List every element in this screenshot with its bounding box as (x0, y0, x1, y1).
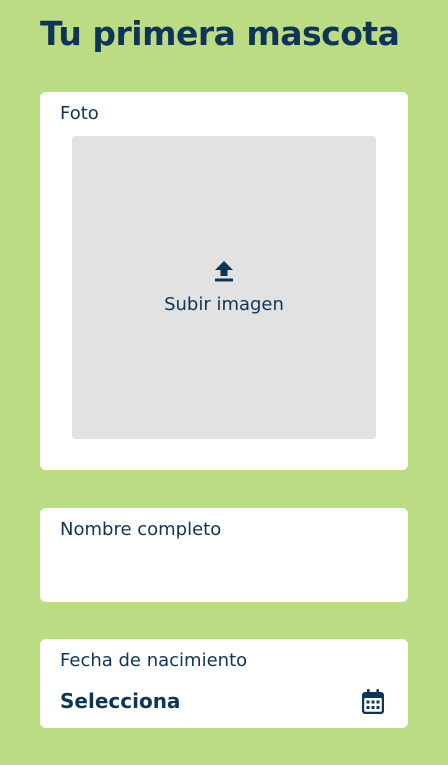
page-title: Tu primera mascota (40, 14, 400, 53)
name-input[interactable] (60, 550, 388, 584)
calendar-icon[interactable] (361, 689, 385, 715)
name-card: Nombre completo (40, 508, 408, 602)
birthdate-select[interactable]: Selecciona (60, 687, 180, 715)
image-upload-button[interactable]: Subir imagen (72, 136, 376, 439)
name-label: Nombre completo (60, 519, 222, 540)
birthdate-label: Fecha de nacimiento (60, 650, 248, 671)
upload-label: Subir imagen (164, 294, 284, 315)
photo-card: Foto Subir imagen (40, 92, 408, 470)
photo-label: Foto (60, 103, 99, 124)
upload-icon (215, 261, 233, 282)
birthdate-card: Fecha de nacimiento Selecciona (40, 639, 408, 728)
